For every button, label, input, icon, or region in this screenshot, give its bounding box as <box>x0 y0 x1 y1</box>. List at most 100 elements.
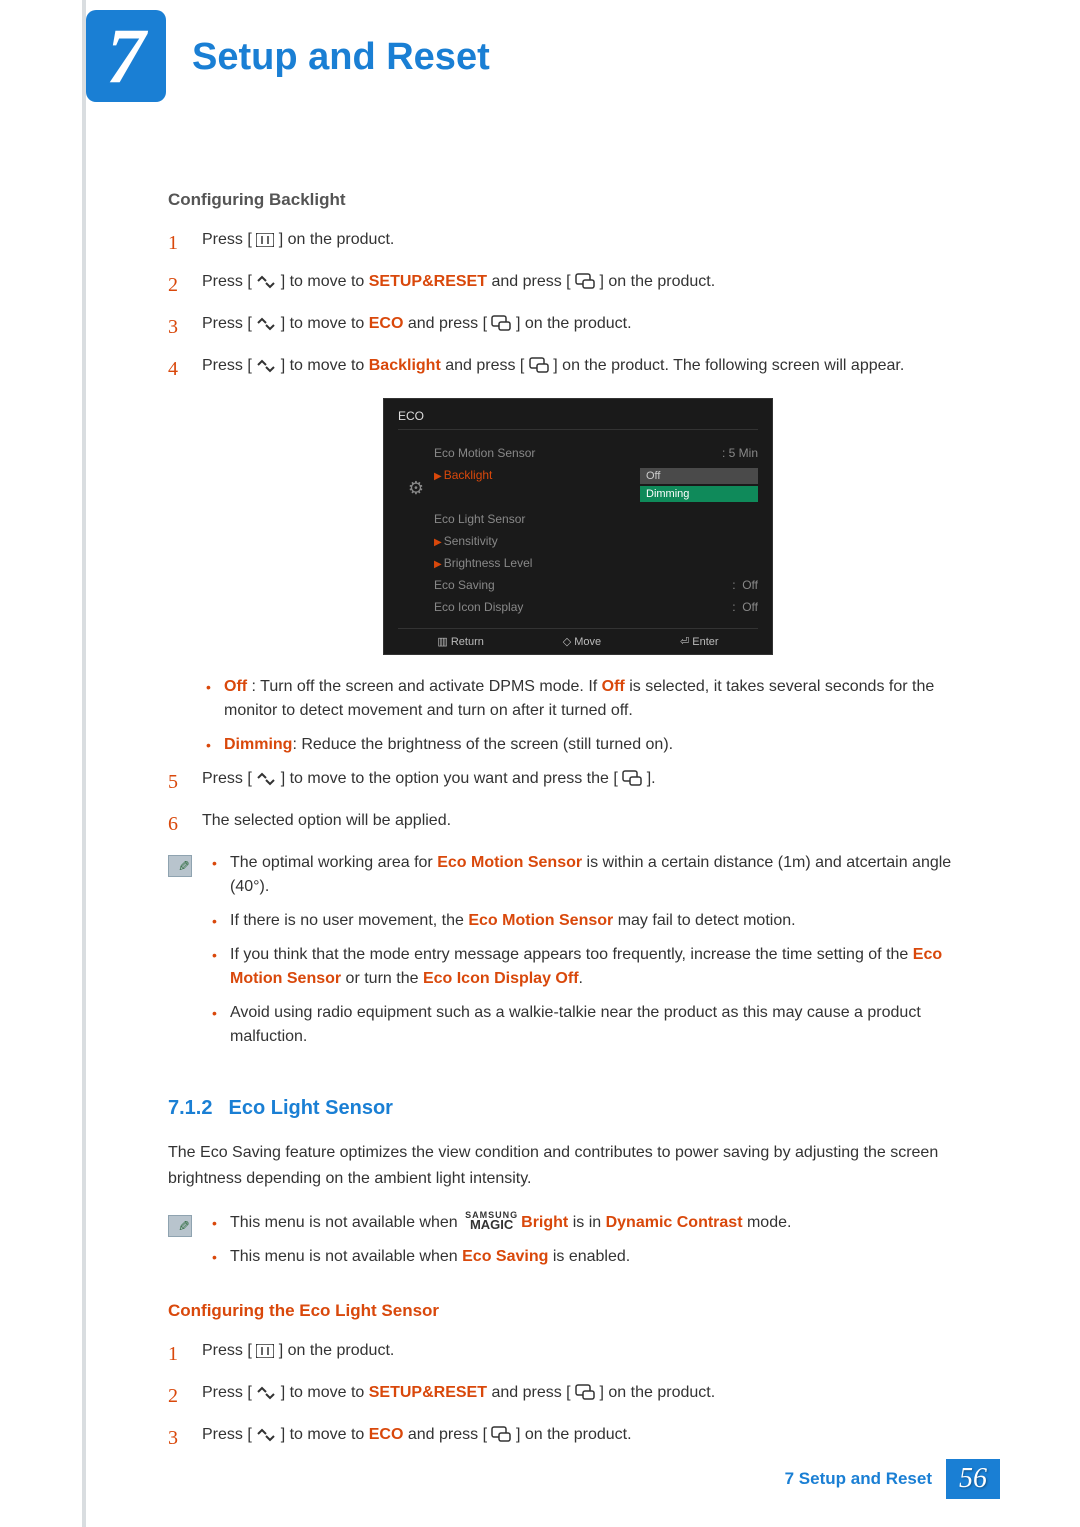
step-text: and press [ <box>491 1384 570 1401</box>
osd-title: ECO <box>398 409 758 430</box>
menu-icon <box>256 1344 274 1358</box>
menu-icon <box>256 233 274 247</box>
section-number: 7.1.2 <box>168 1097 212 1119</box>
step-text: ] to move to <box>281 357 369 374</box>
section-name: Eco Light Sensor <box>228 1097 392 1119</box>
step-text: Press [ <box>202 357 252 374</box>
steps-list-1: 1 Press [ ] on the product. 2 Press [ ] … <box>168 228 988 384</box>
step-number: 3 <box>168 1423 202 1453</box>
osd-return: ▥ Return <box>437 635 483 648</box>
keyword: ECO <box>369 315 404 332</box>
step-6: 6 The selected option will be applied. <box>168 809 988 839</box>
steps-list-3: 1 Press [ ] on the product. 2 Press [ ] … <box>168 1339 988 1453</box>
step-4: 4 Press [ ] to move to Backlight and pre… <box>168 354 988 384</box>
bullet-dimming: Dimming: Reduce the brightness of the sc… <box>202 733 988 757</box>
chapter-title: Setup and Reset <box>192 36 490 79</box>
keyword: SETUP&RESET <box>369 273 487 290</box>
keyword: Eco Icon Display Off <box>423 970 579 987</box>
osd-screenshot: ECO ⚙ Eco Motion Sensor : 5 Min ▶Backlig… <box>383 398 773 655</box>
updown-icon <box>256 359 276 373</box>
osd-row-eco-light: Eco Light Sensor <box>434 508 758 530</box>
osd-label: Brightness Level <box>444 556 533 570</box>
step-text: and press [ <box>408 1426 487 1443</box>
osd-row-eco-icon: Eco Icon Display : Off <box>434 596 758 618</box>
updown-icon <box>256 1386 276 1400</box>
note-item: Avoid using radio equipment such as a wa… <box>208 1001 988 1049</box>
osd-row-brightness: ▶Brightness Level <box>434 552 758 574</box>
enter-icon <box>575 1384 595 1400</box>
footer-title: 7 Setup and Reset <box>785 1469 932 1489</box>
step-text: ] to move to <box>281 273 369 290</box>
note-icon <box>168 1211 208 1279</box>
step-number: 2 <box>168 1381 202 1411</box>
step-2: 2 Press [ ] to move to SETUP&RESET and p… <box>168 270 988 300</box>
enter-icon <box>491 1426 511 1442</box>
note-block-2: This menu is not available when SAMSUNGM… <box>168 1211 988 1279</box>
section-heading: Configuring Backlight <box>168 190 988 210</box>
enter-icon <box>575 273 595 289</box>
keyword: SETUP&RESET <box>369 1384 487 1401</box>
step-text: ] on the product. <box>516 315 632 332</box>
osd-move: ◇ Move <box>563 635 601 648</box>
note-item: If you think that the mode entry message… <box>208 943 988 991</box>
config-subhead: Configuring the Eco Light Sensor <box>168 1301 988 1321</box>
step-number: 5 <box>168 767 202 797</box>
step-number: 1 <box>168 228 202 258</box>
keyword: Eco Saving <box>462 1248 548 1265</box>
step-number: 3 <box>168 312 202 342</box>
steps-list-2: 5 Press [ ] to move to the option you wa… <box>168 767 988 839</box>
step-text: ] on the product. <box>279 231 395 248</box>
page-number: 56 <box>946 1459 1000 1499</box>
osd-label: Eco Light Sensor <box>434 512 525 526</box>
step-text: ] on the product. <box>600 1384 716 1401</box>
osd-row-eco-motion: Eco Motion Sensor : 5 Min <box>434 442 758 464</box>
gear-icon: ⚙ <box>398 442 434 618</box>
step2-1: 1 Press [ ] on the product. <box>168 1339 988 1369</box>
step-text: ] on the product. The following screen w… <box>553 357 904 374</box>
step2-3: 3 Press [ ] to move to ECO and press [ ]… <box>168 1423 988 1453</box>
step-text: ] to move to <box>281 1426 369 1443</box>
osd-value: : Off <box>720 600 758 614</box>
osd-label: Eco Icon Display <box>434 600 523 614</box>
osd-label: Sensitivity <box>444 534 498 548</box>
keyword: Eco Motion Sensor <box>437 854 582 871</box>
osd-label: Eco Saving <box>434 578 495 592</box>
keyword: Dimming <box>224 736 292 753</box>
step-number: 2 <box>168 270 202 300</box>
updown-icon <box>256 317 276 331</box>
step-text: ] to move to <box>281 315 369 332</box>
step2-2: 2 Press [ ] to move to SETUP&RESET and p… <box>168 1381 988 1411</box>
osd-row-eco-saving: Eco Saving : Off <box>434 574 758 596</box>
note-bullets-2: This menu is not available when SAMSUNGM… <box>208 1211 988 1279</box>
step-text: ]. <box>647 770 656 787</box>
bullet-off: Off : Turn off the screen and activate D… <box>202 675 988 723</box>
osd-menu-list: Eco Motion Sensor : 5 Min ▶Backlight Off… <box>434 442 758 618</box>
keyword: Bright <box>521 1214 568 1231</box>
page-footer: 7 Setup and Reset 56 <box>0 1459 1080 1499</box>
section-7-1-2: 7.1.2Eco Light Sensor The Eco Saving fea… <box>168 1097 988 1453</box>
keyword: ECO <box>369 1426 404 1443</box>
step-text: ] to move to the option you want and pre… <box>281 770 618 787</box>
note-icon <box>168 851 208 1059</box>
step-text: ] on the product. <box>600 273 716 290</box>
step-text: Press [ <box>202 315 252 332</box>
enter-icon <box>491 315 511 331</box>
updown-icon <box>256 772 276 786</box>
step-text: Press [ <box>202 770 252 787</box>
osd-dropdown: Off Dimming <box>640 468 758 504</box>
section-title: 7.1.2 Eco Light Sensor <box>168 1097 988 1120</box>
step-3: 3 Press [ ] to move to ECO and press [ ]… <box>168 312 988 342</box>
chapter-badge: 7 <box>86 10 166 102</box>
osd-enter: ⏎ Enter <box>680 635 719 648</box>
chapter-number: 7 <box>86 10 166 102</box>
osd-row-sensitivity: ▶Sensitivity <box>434 530 758 552</box>
keyword: Off <box>602 678 625 695</box>
step-text: and press [ <box>445 357 524 374</box>
osd-value: : Off <box>720 578 758 592</box>
step-text: ] on the product. <box>279 1342 395 1359</box>
step-text: and press [ <box>491 273 570 290</box>
enter-icon <box>529 357 549 373</box>
note-item: This menu is not available when Eco Savi… <box>208 1245 988 1269</box>
osd-value: : 5 Min <box>710 446 758 460</box>
step-text: Press [ <box>202 1426 252 1443</box>
